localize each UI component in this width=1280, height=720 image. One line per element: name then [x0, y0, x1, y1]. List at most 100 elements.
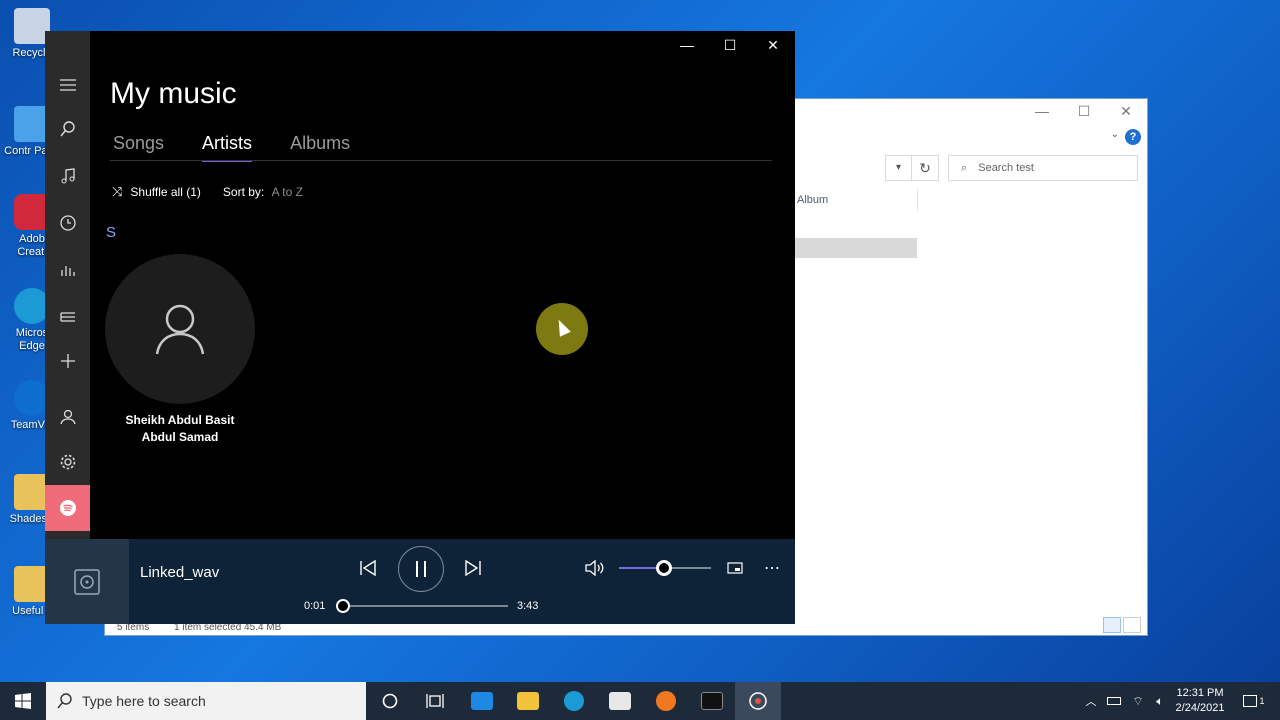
task-view-icon: [426, 694, 444, 708]
total-time: 3:43: [517, 600, 539, 612]
more-options-button[interactable]: ⋯: [761, 557, 783, 579]
album-art[interactable]: [45, 539, 129, 624]
tabs-divider: [110, 160, 772, 161]
seek-bar[interactable]: [343, 605, 508, 607]
tab-albums[interactable]: Albums: [290, 133, 350, 162]
search-placeholder: Search test: [978, 162, 1034, 174]
seek-knob[interactable]: [336, 599, 350, 613]
close-button[interactable]: ✕: [753, 37, 793, 57]
page-title: My music: [110, 77, 237, 110]
chevron-down-icon[interactable]: ⌄: [1111, 129, 1119, 140]
search-input[interactable]: ⌕ Search test: [948, 155, 1138, 181]
artist-tile[interactable]: [105, 254, 255, 404]
network-button[interactable]: ⌔: [1126, 682, 1150, 720]
desktop-icon-label: Adob Creati: [17, 233, 47, 258]
maximize-button[interactable]: ☐: [1069, 103, 1099, 120]
clock-icon: [59, 215, 76, 231]
minimize-button[interactable]: —: [667, 37, 707, 57]
selected-file-row[interactable]: [795, 238, 917, 258]
notification-count: 1: [1259, 696, 1265, 706]
new-playlist-button[interactable]: [45, 341, 90, 381]
account-button[interactable]: [45, 397, 90, 437]
details-view-button[interactable]: [1103, 617, 1121, 633]
spotify-icon: [59, 500, 76, 516]
taskbar-file-explorer[interactable]: [505, 682, 551, 720]
shuffle-all-button[interactable]: ⤨ Shuffle all (1): [112, 184, 201, 200]
groove-music-window: — ☐ ✕ My music Songs Artists Albums ⤨ Sh…: [45, 31, 795, 624]
clock[interactable]: 12:31 PM 2/24/2021: [1170, 686, 1230, 716]
windows-logo-icon: [15, 693, 31, 709]
group-letter-header[interactable]: S: [106, 224, 116, 241]
playlists-button[interactable]: [45, 297, 90, 337]
task-view-button[interactable]: [412, 682, 458, 720]
next-icon: [465, 560, 481, 576]
column-header-album[interactable]: Album: [797, 194, 828, 206]
track-title[interactable]: Linked_wav: [140, 564, 219, 581]
search-button[interactable]: [45, 109, 90, 149]
tab-songs[interactable]: Songs: [113, 133, 164, 162]
pause-icon: [416, 561, 426, 577]
hamburger-menu-button[interactable]: [45, 65, 90, 105]
elapsed-time: 0:01: [304, 600, 326, 612]
disc-icon: [74, 568, 100, 595]
sort-by-label: Sort by:: [222, 185, 265, 199]
minimize-button[interactable]: —: [1027, 103, 1057, 119]
taskbar-mail[interactable]: [459, 682, 505, 720]
spotify-button[interactable]: [45, 485, 90, 531]
recent-plays-button[interactable]: [45, 203, 90, 243]
notification-icon: [1243, 695, 1258, 707]
refresh-button[interactable]: ↻: [911, 155, 939, 181]
close-button[interactable]: ✕: [1111, 103, 1141, 120]
action-center-button[interactable]: 1: [1236, 682, 1272, 720]
desktop-icon-label: Micros Edge: [15, 327, 49, 352]
volume-knob[interactable]: [656, 560, 672, 576]
edge-icon: [564, 691, 584, 711]
large-icons-view-button[interactable]: [1123, 617, 1141, 633]
folder-icon: [517, 692, 539, 710]
battery-button[interactable]: [1102, 682, 1126, 720]
person-icon: [155, 304, 205, 355]
navigation-rail: [45, 31, 90, 539]
cortana-button[interactable]: [367, 682, 413, 720]
pause-button[interactable]: [398, 546, 444, 592]
taskbar-search-input[interactable]: Type here to search: [46, 682, 366, 720]
clock-time: 12:31 PM: [1176, 687, 1224, 699]
previous-button[interactable]: [357, 557, 379, 579]
music-note-icon: [61, 168, 75, 184]
show-hidden-icons-button[interactable]: ︿: [1080, 682, 1102, 720]
view-tabs: Songs Artists Albums: [113, 133, 388, 162]
artist-name-line1: Sheikh Abdul Basit: [125, 413, 235, 427]
column-divider[interactable]: [917, 189, 918, 211]
my-music-button[interactable]: [45, 156, 90, 196]
taskbar-store[interactable]: [597, 682, 643, 720]
volume-button[interactable]: [583, 557, 605, 579]
taskbar-groove-music[interactable]: [735, 682, 781, 720]
groove-music-icon: [749, 692, 767, 710]
taskbar-firefox[interactable]: [643, 682, 689, 720]
address-dropdown-button[interactable]: ▾: [885, 155, 911, 181]
next-button[interactable]: [462, 557, 484, 579]
equalizer-icon: [60, 266, 75, 276]
sort-by-dropdown[interactable]: Sort by: A to Z: [223, 185, 303, 199]
maximize-button[interactable]: ☐: [710, 37, 750, 57]
mini-player-button[interactable]: [724, 557, 746, 579]
shuffle-all-label: Shuffle all (1): [130, 185, 201, 199]
speaker-icon: [585, 560, 604, 576]
start-button[interactable]: [0, 682, 46, 720]
artist-name-line2: Abdul Samad: [141, 430, 219, 444]
artist-name[interactable]: Sheikh Abdul Basit Abdul Samad: [105, 412, 255, 446]
now-playing-button[interactable]: [45, 250, 90, 290]
taskbar-terminal[interactable]: [689, 682, 735, 720]
mail-icon: [471, 692, 493, 710]
taskbar-edge[interactable]: [551, 682, 597, 720]
wifi-icon: ⌔: [1132, 693, 1144, 708]
plus-icon: [60, 354, 75, 368]
volume-tray-button[interactable]: 🔈︎: [1148, 682, 1172, 720]
battery-icon: [1107, 697, 1121, 705]
settings-button[interactable]: [45, 442, 90, 482]
sort-by-value: A to Z: [271, 185, 303, 199]
help-icon[interactable]: ?: [1125, 129, 1141, 145]
tab-artists[interactable]: Artists: [202, 133, 253, 162]
now-playing-bar: Linked_wav 0:01 3:43 ⋯: [45, 539, 795, 624]
mini-player-icon: [727, 562, 743, 574]
